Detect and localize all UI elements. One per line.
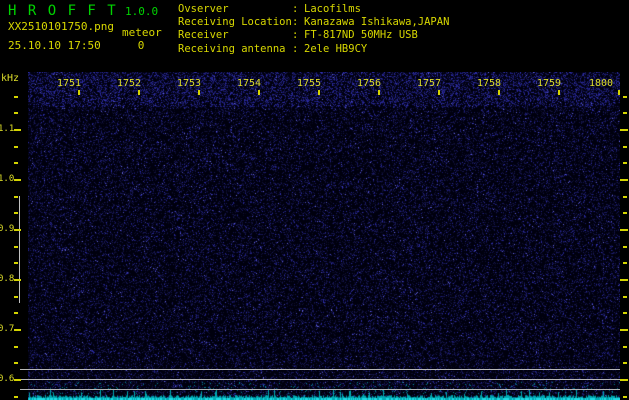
freq-tick-label: 0.7 — [0, 324, 15, 334]
info-value: 2ele HB9CY — [304, 42, 368, 55]
freq-tick-right — [623, 296, 627, 298]
freq-tick-right — [620, 129, 628, 131]
info-value: FT-817ND 50MHz USB — [304, 29, 418, 42]
freq-tick-left — [14, 112, 18, 114]
spectrogram-canvas — [28, 72, 620, 400]
freq-tick-label: 0.9 — [0, 224, 15, 234]
freq-tick-left — [14, 212, 18, 214]
freq-tick-right — [623, 196, 627, 198]
meteor-count: 0 — [137, 39, 145, 52]
freq-tick-left — [14, 96, 18, 98]
freq-tick-left — [14, 246, 18, 248]
freq-tick-label: 0.8 — [0, 274, 15, 284]
freq-tick-right — [620, 279, 628, 281]
freq-tick-right — [620, 179, 628, 181]
freq-tick-left — [14, 312, 18, 314]
mode-label: meteor — [122, 26, 162, 39]
freq-tick-left — [14, 229, 21, 231]
freq-tick-right — [623, 362, 627, 364]
freq-tick-label: 1.0 — [0, 174, 15, 184]
freq-tick-left — [14, 329, 21, 331]
hrofft-screen: H R O F F T 1.0.0 XX2510101750.png meteo… — [0, 0, 629, 400]
info-separator: : — [292, 42, 299, 55]
freq-tick-right — [623, 346, 627, 348]
output-filename: XX2510101750.png — [8, 20, 114, 33]
freq-tick-left — [14, 162, 18, 164]
freq-tick-left — [14, 179, 21, 181]
freq-tick-right — [623, 96, 627, 98]
freq-tick-right — [620, 379, 628, 381]
freq-tick-right — [623, 162, 627, 164]
freq-tick-left — [14, 396, 18, 398]
freq-tick-left — [14, 196, 18, 198]
freq-tick-right — [623, 146, 627, 148]
freq-tick-left — [14, 129, 21, 131]
station-info: Ovserver: Lacofilms Receiving Location: Kan… — [178, 3, 449, 56]
app-version: 1.0.0 — [125, 5, 159, 18]
info-label: Receiving antenna — [178, 42, 286, 55]
freq-tick-right — [623, 212, 627, 214]
datetime-label: 25.10.10 17:50 — [8, 39, 101, 52]
freq-tick-right — [620, 329, 628, 331]
info-value: Lacofilms — [304, 3, 361, 15]
app-title: H R O F F T — [8, 3, 118, 19]
info-label: Receiver — [178, 29, 229, 42]
info-separator: : — [292, 3, 299, 15]
freq-tick-right — [623, 312, 627, 314]
freq-tick-right — [623, 396, 627, 398]
freq-tick-label: 0.6 — [0, 374, 15, 384]
freq-tick-right — [620, 229, 628, 231]
y-axis-unit-label: kHz — [1, 73, 20, 84]
freq-tick-left — [14, 346, 18, 348]
detection-window-indicator — [19, 196, 20, 303]
freq-tick-left — [14, 146, 18, 148]
info-label: Receiving Location — [178, 16, 292, 29]
info-separator: : — [292, 29, 299, 42]
info-separator: : — [292, 16, 299, 29]
info-label: Ovserver — [178, 3, 229, 15]
freq-tick-left — [14, 379, 21, 381]
freq-tick-right — [623, 112, 627, 114]
freq-tick-left — [14, 296, 18, 298]
info-value: Kanazawa Ishikawa,JAPAN — [304, 16, 450, 29]
freq-tick-right — [623, 262, 627, 264]
freq-tick-label: 1.1 — [0, 124, 15, 134]
freq-tick-left — [14, 262, 18, 264]
freq-tick-right — [623, 246, 627, 248]
freq-tick-left — [14, 362, 18, 364]
freq-tick-left — [14, 279, 21, 281]
